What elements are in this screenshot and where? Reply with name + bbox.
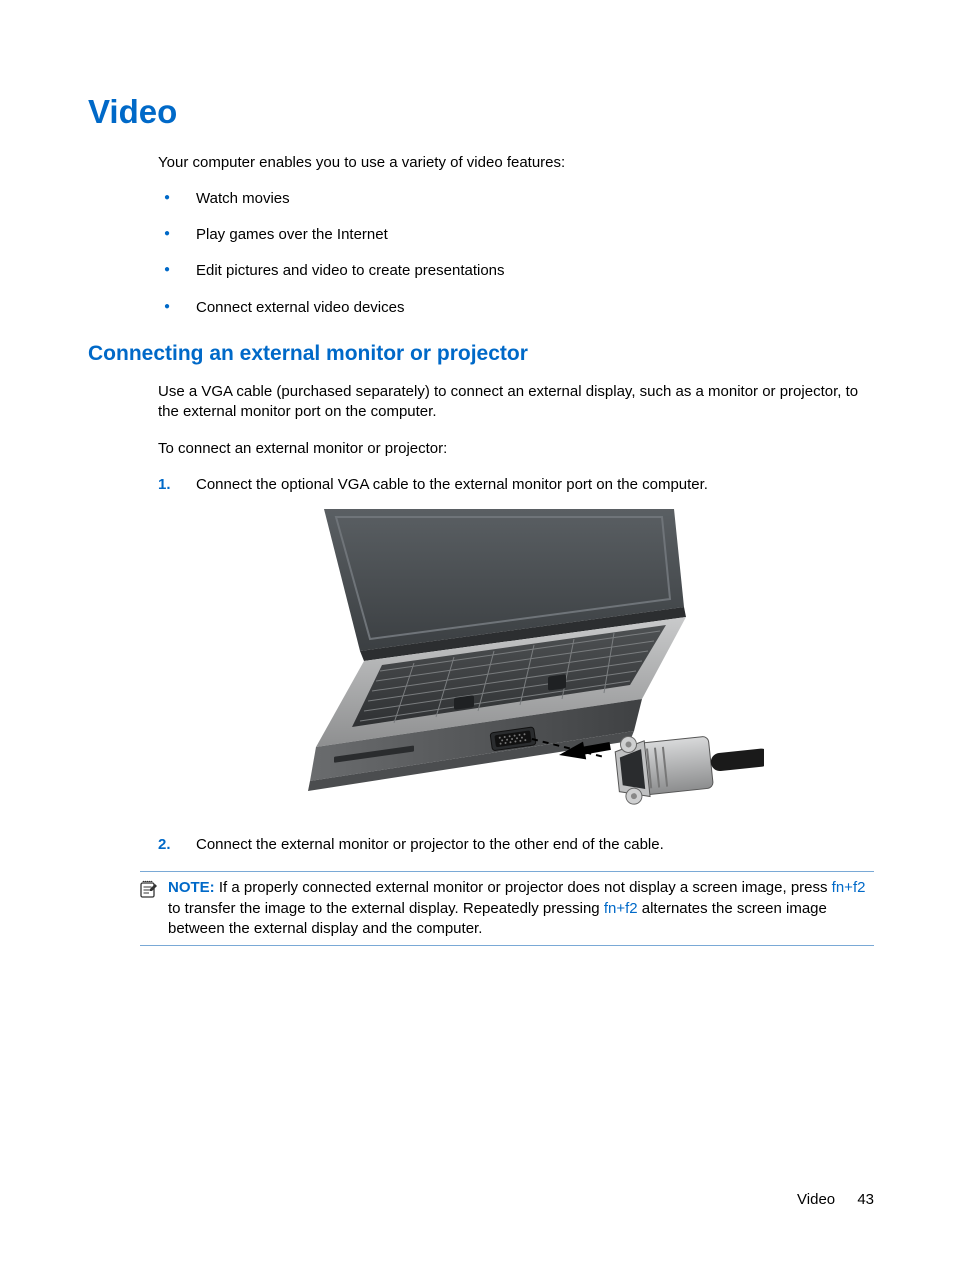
step-number: 1.: [158, 475, 171, 495]
page-title: Video: [88, 90, 874, 135]
page-footer: Video 43: [797, 1190, 874, 1210]
note-text: NOTE: If a properly connected external m…: [168, 878, 874, 939]
page-number: 43: [857, 1191, 874, 1208]
key-combo: fn+f2: [832, 879, 866, 896]
list-item: Edit pictures and video to create presen…: [158, 261, 874, 281]
step-text: Connect the optional VGA cable to the ex…: [196, 476, 708, 493]
step-number: 2.: [158, 835, 171, 855]
section-heading: Connecting an external monitor or projec…: [88, 340, 874, 368]
step-item: 1. Connect the optional VGA cable to the…: [158, 475, 874, 819]
note-part: If a properly connected external monitor…: [219, 879, 832, 896]
list-item: Watch movies: [158, 189, 874, 209]
body-paragraph: To connect an external monitor or projec…: [158, 439, 874, 459]
key-combo: fn+f2: [604, 900, 638, 917]
note-block: NOTE: If a properly connected external m…: [140, 871, 874, 946]
note-label: NOTE:: [168, 879, 215, 896]
list-item: Play games over the Internet: [158, 225, 874, 245]
note-icon: [140, 880, 158, 939]
list-item: Connect external video devices: [158, 298, 874, 318]
steps-list: 1. Connect the optional VGA cable to the…: [158, 475, 874, 856]
footer-section: Video: [797, 1191, 835, 1208]
laptop-vga-illustration: [304, 509, 764, 819]
step-text: Connect the external monitor or projecto…: [196, 836, 664, 853]
feature-list: Watch movies Play games over the Interne…: [158, 189, 874, 318]
step-item: 2. Connect the external monitor or proje…: [158, 835, 874, 855]
note-part: to transfer the image to the external di…: [168, 900, 604, 917]
body-paragraph: Use a VGA cable (purchased separately) t…: [158, 382, 874, 423]
intro-paragraph: Your computer enables you to use a varie…: [158, 153, 874, 173]
